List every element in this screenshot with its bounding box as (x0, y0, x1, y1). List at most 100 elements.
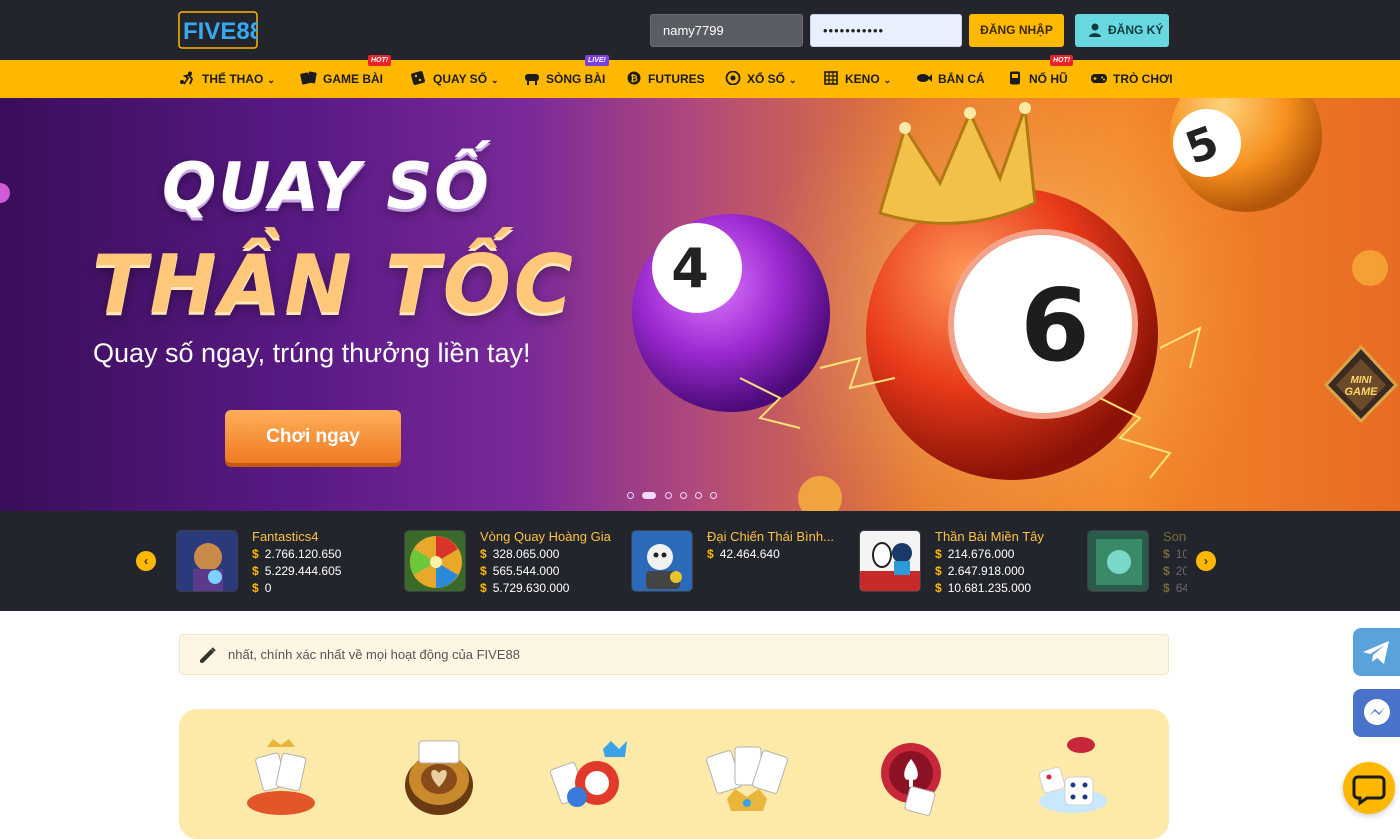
lottery-ball-icon (725, 71, 741, 85)
play-now-button[interactable]: Chơi ngay (225, 410, 401, 463)
jackpot-value: $20... (1163, 564, 1187, 578)
nav-item-song-bai[interactable]: SÒNG BÀI LIVE! (523, 55, 609, 98)
jackpot-value: $328.065.000 (480, 547, 560, 561)
jackpot-game-name: Fantastics4 (252, 529, 319, 544)
chevron-down-icon: ⌄ (491, 75, 499, 85)
jackpot-value: $100... (1163, 547, 1187, 561)
nav-label: GAME BÀI (323, 72, 383, 86)
jackpot-strip: ‹ Fantastics4 $2.766.120.650 $5.229.444.… (0, 511, 1400, 611)
carousel-dot[interactable] (665, 492, 672, 499)
casino-table-icon (525, 74, 539, 85)
jackpot-value: $649... (1163, 581, 1187, 595)
jackpot-card[interactable]: Songk... $100... $20... $649... (1087, 529, 1187, 595)
category-dice-icon[interactable] (1027, 735, 1111, 819)
jackpot-prev-button[interactable]: ‹ (136, 551, 156, 571)
jackpot-value: $214.676.000 (935, 547, 1015, 561)
hot-badge: HOT! (1050, 55, 1074, 66)
site-header: FIVE88 namy7799 ••••••••••• ĐĂNG NHẬP ĐĂ… (0, 0, 1400, 60)
nav-item-the-thao[interactable]: THỂ THAO ⌄ (179, 60, 275, 98)
register-button[interactable]: ĐĂNG KÝ (1075, 14, 1169, 47)
jackpot-value: $2.647.918.000 (935, 564, 1025, 578)
nav-item-game-bai[interactable]: GAME BÀI HOT! (300, 55, 392, 98)
jackpot-card[interactable]: Thần Bài Miền Tây $214.676.000 $2.647.91… (859, 529, 1079, 595)
chevron-down-icon: ⌄ (267, 75, 275, 85)
svg-text:4: 4 (671, 237, 709, 300)
user-icon (1089, 23, 1101, 37)
bitcoin-icon: ₿ (627, 71, 641, 85)
category-game-bai-icon[interactable] (239, 735, 323, 819)
jackpot-value: $5.729.630.000 (480, 581, 570, 595)
jackpot-value: $2.766.120.650 (252, 547, 342, 561)
announcement-text: nhất, chính xác nhất về mọi hoạt động củ… (228, 647, 520, 662)
telegram-icon (1363, 641, 1389, 664)
jackpot-value: $10.681.235.000 (935, 581, 1032, 595)
nav-item-xo-so[interactable]: XỔ SỐ ⌄ (724, 60, 797, 98)
chevron-down-icon: ⌄ (789, 75, 797, 85)
nav-item-keno[interactable]: KENO ⌄ (822, 60, 891, 98)
messenger-button[interactable] (1353, 689, 1400, 737)
jackpot-next-button[interactable]: › (1196, 551, 1216, 571)
ball-4-icon: 4 (632, 214, 830, 412)
svg-text:6: 6 (1020, 267, 1090, 384)
carousel-dot[interactable] (695, 492, 702, 499)
username-input[interactable]: namy7799 (650, 14, 803, 47)
banner-subtitle: Quay số ngay, trúng thưởng liền tay! (93, 338, 531, 368)
nav-item-quay-so[interactable]: QUAY SỐ ⌄ (410, 60, 499, 98)
category-cards-crown-icon[interactable] (705, 735, 789, 819)
five88-logo[interactable]: FIVE88 (178, 11, 263, 51)
carousel-dot[interactable] (627, 492, 634, 499)
keno-grid-icon (824, 71, 838, 85)
live-chat-button[interactable] (1343, 762, 1395, 814)
nav-label: SÒNG BÀI (546, 72, 606, 86)
telegram-button[interactable] (1353, 628, 1400, 676)
gamepad-icon (1091, 74, 1107, 83)
carousel-dot[interactable] (680, 492, 687, 499)
carousel-dot-active[interactable] (642, 492, 656, 499)
banner-title-line1: QUAY SỐ (162, 150, 491, 224)
logo-text: FIVE88 (183, 18, 258, 45)
fish-icon (917, 74, 932, 82)
chat-icon (1352, 775, 1386, 806)
svg-text:MINI: MINI (1350, 375, 1371, 386)
nav-label: TRÒ CHƠI (1113, 72, 1173, 86)
jackpot-card[interactable]: Đại Chiến Thái Bình... $42.464.640 (631, 529, 851, 595)
category-poker-icon[interactable] (547, 735, 631, 819)
banner-title-line2: THẦN TỐC (92, 238, 576, 331)
nav-item-tro-choi[interactable]: TRÒ CHƠI (1090, 60, 1173, 98)
jackpot-value: $5.229.444.605 (252, 564, 342, 578)
nav-label: NỔ HŨ (1029, 72, 1068, 86)
game-thumbnail (631, 530, 693, 592)
hero-banner[interactable]: 4 6 5 QUAY SỐ THẦN TỐC Quay số ngay, trú… (0, 98, 1400, 511)
mini-game-button[interactable]: MINI GAME (1322, 344, 1400, 424)
carousel-dot[interactable] (710, 492, 717, 499)
nav-item-no-hu[interactable]: NỔ HŨ HOT! (1006, 55, 1074, 98)
jackpot-game-name: Đại Chiến Thái Bình... (707, 529, 834, 544)
svg-text:₿: ₿ (630, 74, 637, 84)
game-thumbnail (404, 530, 466, 592)
nav-label: XỔ SỐ (747, 72, 786, 86)
dice-icon (411, 71, 425, 85)
nav-label: KENO (845, 72, 880, 86)
jackpot-game-name: Vòng Quay Hoàng Gia (480, 529, 611, 544)
cards-icon (300, 71, 317, 85)
game-category-panel (179, 709, 1169, 839)
nav-label: BẮN CÁ (938, 72, 985, 86)
register-label: ĐĂNG KÝ (1108, 23, 1164, 37)
nav-label: FUTURES (648, 72, 705, 86)
category-roulette-chip-icon[interactable] (869, 735, 953, 819)
game-thumbnail (176, 530, 238, 592)
login-button[interactable]: ĐĂNG NHẬP (969, 14, 1064, 47)
game-thumbnail (859, 530, 921, 592)
nav-item-ban-ca[interactable]: BẮN CÁ (915, 60, 985, 98)
jackpot-value: $565.544.000 (480, 564, 560, 578)
slot-machine-icon (1010, 71, 1020, 85)
jackpot-game-name: Thần Bài Miền Tây (935, 529, 1044, 544)
nav-item-futures[interactable]: ₿ FUTURES (625, 60, 705, 98)
jackpot-card[interactable]: Vòng Quay Hoàng Gia $328.065.000 $565.54… (404, 529, 624, 595)
messenger-icon (1364, 699, 1390, 725)
jackpot-card[interactable]: Fantastics4 $2.766.120.650 $5.229.444.60… (176, 529, 396, 595)
category-casino-chip-icon[interactable] (397, 735, 481, 819)
password-input[interactable]: ••••••••••• (810, 14, 962, 47)
main-nav: THỂ THAO ⌄ GAME BÀI HOT! QUAY SỐ ⌄ SÒNG BÀ… (0, 55, 1400, 98)
live-badge: LIVE! (585, 55, 609, 66)
